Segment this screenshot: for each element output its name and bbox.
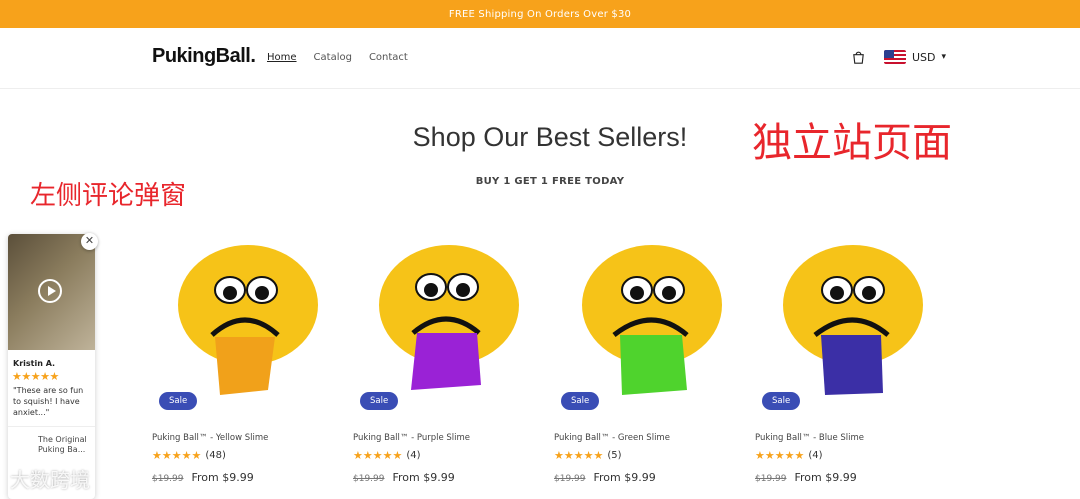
- review-stars-icon: ★★★★★: [12, 370, 59, 383]
- price: $19.99 From $9.99: [755, 471, 857, 484]
- us-flag-icon: [884, 50, 906, 64]
- price: $19.99 From $9.99: [353, 471, 455, 484]
- rating: ★★★★★ (5): [554, 449, 621, 462]
- cart-icon[interactable]: [851, 50, 866, 65]
- sale-price: From $9.99: [392, 471, 455, 484]
- star-rating-icon: ★★★★★: [353, 449, 403, 462]
- review-count: (5): [607, 450, 622, 461]
- sale-badge: Sale: [360, 392, 399, 410]
- product-card[interactable]: Sale Puking Ball™ - Purple Slime ★★★★★ (…: [351, 235, 552, 499]
- star-rating-icon: ★★★★★: [755, 449, 805, 462]
- star-rating-icon: ★★★★★: [554, 449, 604, 462]
- watermark: 大数跨境: [10, 468, 90, 492]
- product-name[interactable]: Puking Ball™ - Yellow Slime: [152, 433, 268, 443]
- review-video-thumbnail[interactable]: [8, 234, 95, 350]
- product-image[interactable]: [753, 235, 953, 415]
- product-name[interactable]: Puking Ball™ - Green Slime: [554, 433, 670, 443]
- rating: ★★★★★ (4): [353, 449, 420, 462]
- rating: ★★★★★ (4): [755, 449, 822, 462]
- announcement-bar: FREE Shipping On Orders Over $30: [0, 0, 1080, 28]
- reviewer-name: Kristin A.: [13, 359, 56, 368]
- review-text: "These are so fun to squish! I have anxi…: [13, 386, 84, 417]
- compare-price: $19.99: [353, 474, 385, 484]
- sale-price: From $9.99: [794, 471, 857, 484]
- main-nav: Home Catalog Contact: [267, 52, 408, 63]
- currency-label: USD: [912, 50, 936, 64]
- close-icon[interactable]: ✕: [81, 233, 98, 250]
- chevron-down-icon: ▾: [941, 52, 947, 62]
- product-card[interactable]: Sale Puking Ball™ - Blue Slime ★★★★★ (4)…: [753, 235, 954, 499]
- product-name[interactable]: Puking Ball™ - Blue Slime: [755, 433, 864, 443]
- product-image[interactable]: [552, 235, 752, 415]
- annotation-right: 独立站页面: [752, 120, 952, 166]
- star-rating-icon: ★★★★★: [152, 449, 202, 462]
- slime-shape: [411, 333, 481, 390]
- sale-badge: Sale: [561, 392, 600, 410]
- product-name[interactable]: Puking Ball™ - Purple Slime: [353, 433, 470, 443]
- annotation-left: 左侧评论弹窗: [30, 181, 187, 211]
- product-image[interactable]: [351, 235, 551, 415]
- site-logo[interactable]: PukingBall.: [152, 45, 256, 68]
- compare-price: $19.99: [554, 474, 586, 484]
- product-card[interactable]: Sale Puking Ball™ - Yellow Slime ★★★★★ (…: [150, 235, 351, 499]
- slime-shape: [821, 335, 883, 395]
- sale-price: From $9.99: [191, 471, 254, 484]
- sale-price: From $9.99: [593, 471, 656, 484]
- slime-shape: [620, 335, 687, 395]
- currency-selector[interactable]: USD ▾: [884, 50, 946, 64]
- review-count: (48): [205, 450, 226, 461]
- product-grid: Sale Puking Ball™ - Yellow Slime ★★★★★ (…: [150, 235, 954, 499]
- review-product-link[interactable]: The Original Puking Ba...: [8, 426, 95, 455]
- slime-shape: [215, 337, 275, 395]
- site-header: PukingBall. Home Catalog Contact USD ▾: [0, 28, 1080, 89]
- compare-price: $19.99: [755, 474, 787, 484]
- product-card[interactable]: Sale Puking Ball™ - Green Slime ★★★★★ (5…: [552, 235, 753, 499]
- sale-badge: Sale: [762, 392, 801, 410]
- rating: ★★★★★ (48): [152, 449, 226, 462]
- review-popup[interactable]: Kristin A. ★★★★★ "These are so fun to sq…: [8, 234, 95, 499]
- nav-home[interactable]: Home: [267, 52, 297, 63]
- product-image[interactable]: [150, 235, 350, 415]
- price: $19.99 From $9.99: [554, 471, 656, 484]
- compare-price: $19.99: [152, 474, 184, 484]
- sale-badge: Sale: [159, 392, 198, 410]
- nav-catalog[interactable]: Catalog: [314, 52, 352, 63]
- price: $19.99 From $9.99: [152, 471, 254, 484]
- review-count: (4): [808, 450, 823, 461]
- announcement-text: FREE Shipping On Orders Over $30: [448, 8, 632, 20]
- review-count: (4): [406, 450, 421, 461]
- nav-contact[interactable]: Contact: [369, 52, 408, 63]
- play-icon[interactable]: [38, 279, 62, 303]
